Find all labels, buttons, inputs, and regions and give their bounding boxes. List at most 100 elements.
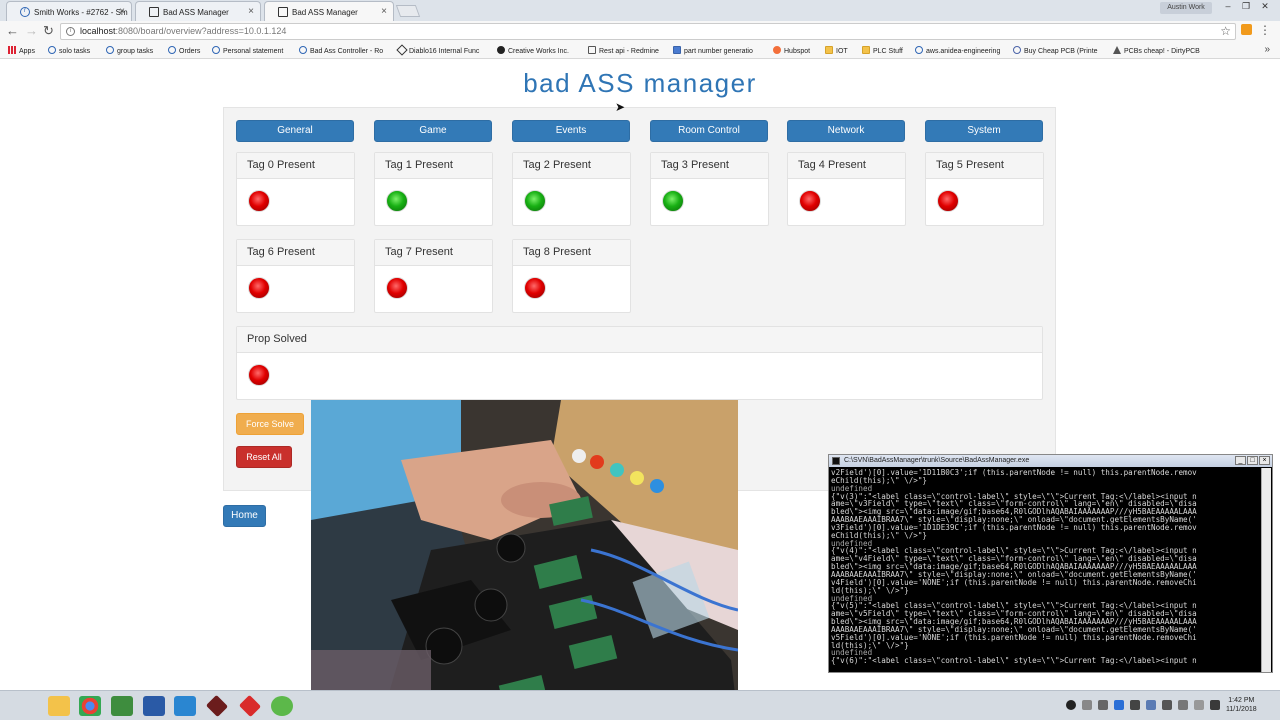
tray-icon[interactable] xyxy=(1146,700,1156,710)
folder-icon xyxy=(862,46,870,54)
console-scrollbar[interactable] xyxy=(1261,468,1271,672)
browser-tab-2[interactable]: Bad ASS Manager × xyxy=(264,1,394,21)
tag-label: Tag 3 Present xyxy=(651,153,768,179)
nav-system-button[interactable]: System xyxy=(925,120,1043,142)
close-icon[interactable]: × xyxy=(1259,456,1270,465)
tab-title: Smith Works - #2762 - Sm xyxy=(34,8,128,17)
bookmark-label: group tasks xyxy=(117,48,154,55)
cube-app-icon[interactable] xyxy=(143,696,165,716)
bookmark-item[interactable]: Bad Ass Controller - Ro xyxy=(299,46,383,55)
status-led xyxy=(386,277,408,299)
bookmark-item[interactable]: aws.anidea-engineering xyxy=(915,46,1000,55)
taskbar: 1:42 PM 11/1/2018 xyxy=(0,690,1280,720)
tag-label: Tag 2 Present xyxy=(513,153,630,179)
browser-tab-0[interactable]: r Smith Works - #2762 - Sm × xyxy=(6,1,132,21)
back-icon[interactable]: ← xyxy=(6,24,19,38)
chrome-icon[interactable] xyxy=(79,696,101,716)
bookmark-item[interactable]: Buy Cheap PCB (Printe xyxy=(1013,46,1098,55)
bookmark-item[interactable]: group tasks xyxy=(106,46,153,55)
reload-icon[interactable]: ↻ xyxy=(43,24,54,38)
maximize-icon[interactable]: ❐ xyxy=(1239,1,1253,12)
nav-network-button[interactable]: Network xyxy=(787,120,905,142)
keyboard-icon[interactable] xyxy=(1210,700,1220,710)
bookmark-item[interactable]: Creative Works Inc. xyxy=(497,46,569,55)
diamond-app-icon[interactable] xyxy=(205,694,229,718)
console-titlebar[interactable]: C:\SVN\BadAssManager\trunk\Source\BadAss… xyxy=(829,455,1272,467)
more-bookmarks-icon[interactable]: » xyxy=(1264,44,1270,55)
tag-6-card: Tag 6 Present xyxy=(236,239,355,313)
bookmark-item[interactable]: Hubspot xyxy=(773,46,810,55)
tag-label: Tag 8 Present xyxy=(513,240,630,266)
tray-icon[interactable] xyxy=(1194,700,1204,710)
nav-general-button[interactable]: General xyxy=(236,120,354,142)
globe-icon xyxy=(48,46,56,54)
close-icon[interactable]: × xyxy=(248,6,254,17)
minimize-icon[interactable]: – xyxy=(1221,1,1235,12)
bookmark-item[interactable]: Orders xyxy=(168,46,200,55)
bookmark-item[interactable]: Rest api - Redmine xyxy=(588,46,659,55)
bookmark-label: Diablo16 Internal Func xyxy=(409,48,480,55)
console-window[interactable]: C:\SVN\BadAssManager\trunk\Source\BadAss… xyxy=(828,454,1273,673)
bluetooth-icon[interactable] xyxy=(1114,700,1124,710)
bookmark-label: Apps xyxy=(19,48,35,55)
info-icon[interactable]: i xyxy=(66,27,75,36)
maximize-icon[interactable]: □ xyxy=(1247,456,1258,465)
bookmark-item[interactable]: PCBs cheap! - DirtyPCB xyxy=(1113,46,1200,55)
forward-icon[interactable]: → xyxy=(25,24,38,38)
apps-grid-icon xyxy=(8,46,16,54)
bookmark-apps[interactable]: Apps xyxy=(8,46,35,55)
status-led xyxy=(524,277,546,299)
bookmark-item[interactable]: Personal statement xyxy=(212,46,283,55)
red-app-icon[interactable] xyxy=(238,694,262,718)
star-icon[interactable]: ☆ xyxy=(1220,24,1231,38)
network-icon[interactable] xyxy=(1162,700,1172,710)
status-led xyxy=(937,190,959,212)
tag-label: Tag 6 Present xyxy=(237,240,354,266)
bookmark-label: Bad Ass Controller - Ro xyxy=(310,48,384,55)
redmine-icon: r xyxy=(20,7,30,17)
menu-icon[interactable]: ⋮ xyxy=(1259,23,1271,37)
close-icon[interactable]: × xyxy=(381,6,387,17)
file-explorer-icon[interactable] xyxy=(48,696,70,716)
reset-all-button[interactable]: Reset All xyxy=(236,446,292,468)
tray-icon[interactable] xyxy=(1082,700,1092,710)
bookmark-item[interactable]: solo tasks xyxy=(48,46,90,55)
close-window-icon[interactable]: ✕ xyxy=(1258,1,1272,12)
volume-icon[interactable] xyxy=(1178,700,1188,710)
clock-time: 1:42 PM xyxy=(1228,697,1255,704)
url-text[interactable]: localhost:8080/board/overview?address=10… xyxy=(80,26,286,36)
bookmark-folder[interactable]: PLC Stuff xyxy=(862,46,903,55)
tag-label: Tag 5 Present xyxy=(926,153,1043,179)
new-tab-button[interactable] xyxy=(395,5,421,17)
url-host: localhost xyxy=(80,26,116,36)
console-app-icon xyxy=(832,457,840,465)
close-icon[interactable]: × xyxy=(119,6,125,17)
green-app-icon[interactable] xyxy=(271,696,293,716)
nav-events-button[interactable]: Events xyxy=(512,120,630,142)
bookmark-item[interactable]: Diablo16 Internal Func xyxy=(396,44,480,56)
nav-room-control-button[interactable]: Room Control xyxy=(650,120,768,142)
nav-game-button[interactable]: Game xyxy=(374,120,492,142)
extension-icon[interactable] xyxy=(1241,24,1252,35)
bookmark-item[interactable]: part number generatio xyxy=(673,46,753,55)
browser-tab-1[interactable]: Bad ASS Manager × xyxy=(135,1,261,21)
bookmark-folder[interactable]: IOT xyxy=(825,46,848,55)
bookmark-label: Rest api - Redmine xyxy=(599,48,659,55)
tray-icon[interactable] xyxy=(1098,700,1108,710)
webcam-overlay xyxy=(311,400,738,720)
bookmark-label: part number generatio xyxy=(684,48,753,55)
home-button[interactable]: Home xyxy=(223,505,266,527)
clock-date: 11/1/2018 xyxy=(1226,706,1257,713)
minimize-icon[interactable]: _ xyxy=(1235,456,1246,465)
profile-chip[interactable]: Austin Work xyxy=(1160,2,1212,14)
visual-studio-icon[interactable] xyxy=(174,696,196,716)
status-led xyxy=(248,277,270,299)
tray-icon[interactable] xyxy=(1066,700,1076,710)
clock[interactable]: 1:42 PM 11/1/2018 xyxy=(1226,696,1257,714)
url-bar[interactable]: i localhost:8080/board/overview?address=… xyxy=(60,23,1236,40)
mouse-cursor-icon: ➤ xyxy=(615,100,626,114)
tray-icon[interactable] xyxy=(1130,700,1140,710)
console-line: eChild(this);\" \/>"} xyxy=(831,530,928,540)
force-solve-button[interactable]: Force Solve xyxy=(236,413,304,435)
spreadsheet-icon[interactable] xyxy=(111,696,133,716)
